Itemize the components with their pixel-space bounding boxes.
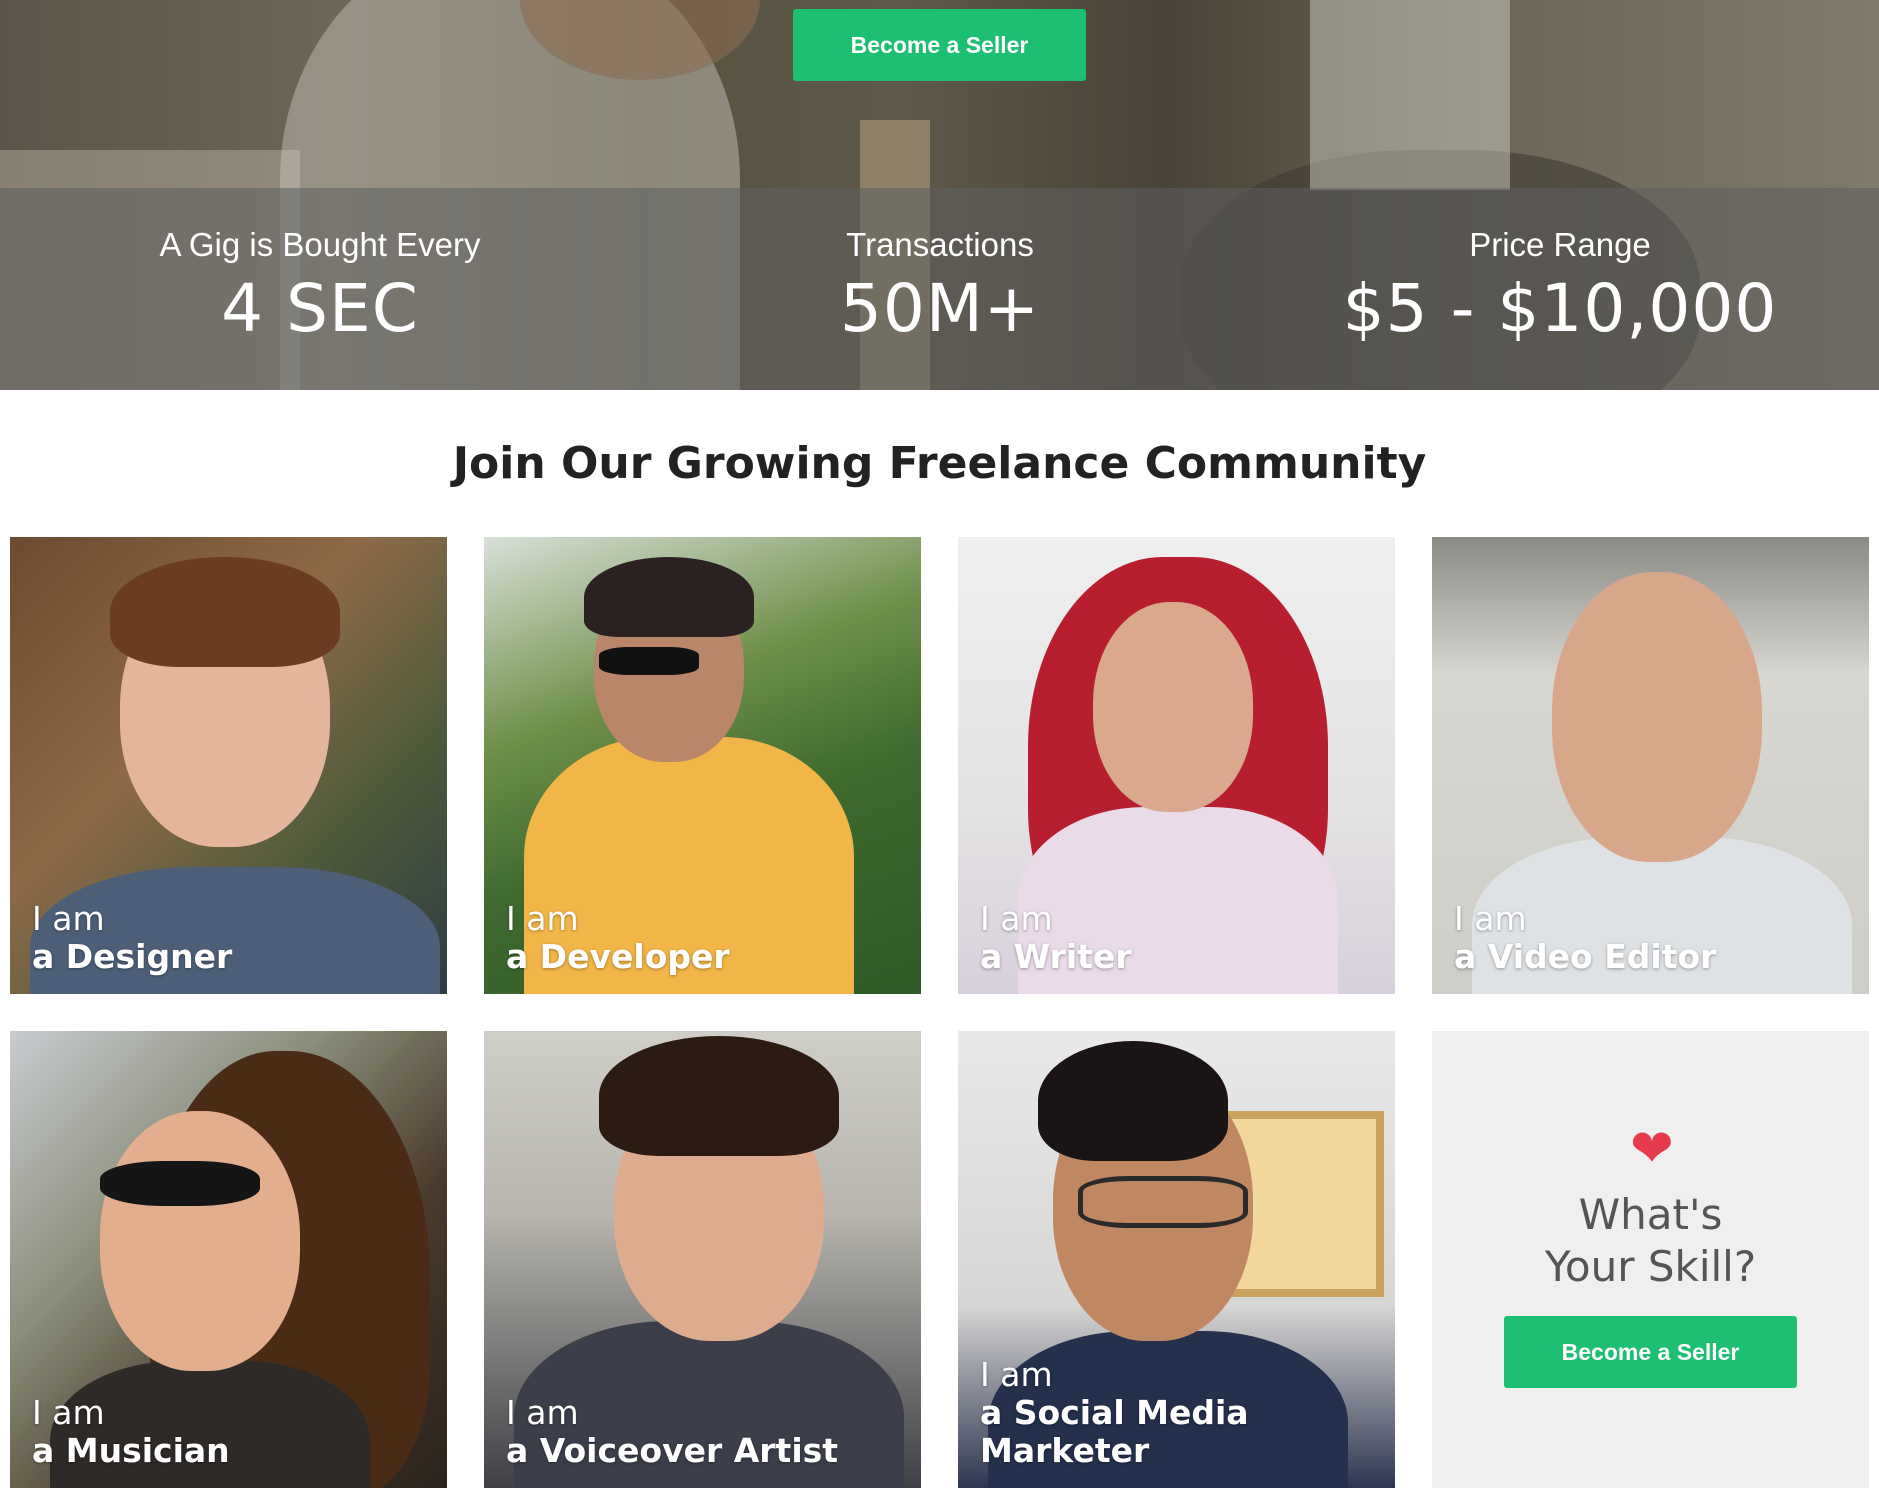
card-caption: I am a Musician bbox=[32, 1394, 230, 1470]
stat-value: $5 - $10,000 bbox=[1342, 270, 1778, 347]
community-grid: I am a Designer I am a Developer I am a … bbox=[10, 537, 1870, 1488]
stat-transactions: Transactions 50M+ bbox=[740, 188, 1140, 347]
section-title: Join Our Growing Freelance Community bbox=[452, 438, 1427, 489]
caption-line2: a Designer bbox=[32, 937, 233, 976]
card-writer[interactable]: I am a Writer bbox=[958, 537, 1395, 994]
card-designer[interactable]: I am a Designer bbox=[10, 537, 447, 994]
caption-line2: a Musician bbox=[32, 1431, 230, 1470]
photo-subject bbox=[1038, 1041, 1228, 1161]
hero-background-detail bbox=[1310, 0, 1510, 190]
photo-subject bbox=[110, 557, 340, 667]
stat-gig-frequency: A Gig is Bought Every 4 SEC bbox=[120, 188, 520, 347]
skill-question-line2: Your Skill? bbox=[1544, 1242, 1757, 1291]
stat-label: Transactions bbox=[846, 226, 1034, 263]
caption-line1: I am bbox=[980, 899, 1053, 938]
photo-subject bbox=[1552, 572, 1762, 862]
skill-question: What's Your Skill? bbox=[1432, 1189, 1869, 1293]
card-developer[interactable]: I am a Developer bbox=[484, 537, 921, 994]
photo-subject bbox=[584, 557, 754, 637]
caption-line2: a Writer bbox=[980, 937, 1132, 976]
card-caption: I am a Voiceover Artist bbox=[506, 1394, 838, 1470]
photo-subject bbox=[100, 1111, 300, 1371]
caption-line2: a Social Media Marketer bbox=[980, 1393, 1249, 1470]
photo-subject bbox=[599, 647, 699, 675]
stat-label: A Gig is Bought Every bbox=[159, 226, 481, 263]
stat-label: Price Range bbox=[1469, 226, 1651, 263]
caption-line1: I am bbox=[506, 1393, 579, 1432]
caption-line1: I am bbox=[506, 899, 579, 938]
card-video-editor[interactable]: I am a Video Editor bbox=[1432, 537, 1869, 994]
card-caption: I am a Writer bbox=[980, 900, 1132, 976]
hero-banner: Become a Seller A Gig is Bought Every 4 … bbox=[0, 0, 1879, 390]
card-social-media-marketer[interactable]: I am a Social Media Marketer bbox=[958, 1031, 1395, 1488]
caption-line1: I am bbox=[1454, 899, 1527, 938]
card-musician[interactable]: I am a Musician bbox=[10, 1031, 447, 1488]
card-caption: I am a Developer bbox=[506, 900, 730, 976]
stat-value: 50M+ bbox=[839, 270, 1041, 347]
heart-icon: ❤ bbox=[1630, 1120, 1674, 1178]
stats-band: A Gig is Bought Every 4 SEC Transactions… bbox=[0, 188, 1879, 390]
photo-subject bbox=[1093, 602, 1253, 812]
become-seller-button[interactable]: Become a Seller bbox=[793, 9, 1086, 81]
stat-price-range: Price Range $5 - $10,000 bbox=[1300, 188, 1820, 347]
card-caption: I am a Video Editor bbox=[1454, 900, 1716, 976]
caption-line1: I am bbox=[32, 1393, 105, 1432]
skill-question-line1: What's bbox=[1578, 1190, 1723, 1239]
whats-your-skill-card: ❤ What's Your Skill? Become a Seller bbox=[1432, 1031, 1869, 1488]
caption-line1: I am bbox=[980, 1355, 1053, 1394]
card-caption: I am a Designer bbox=[32, 900, 232, 976]
caption-line1: I am bbox=[32, 899, 105, 938]
caption-line2: a Video Editor bbox=[1454, 937, 1717, 976]
stat-value: 4 SEC bbox=[221, 270, 419, 347]
caption-line2: a Developer bbox=[506, 937, 730, 976]
photo-subject bbox=[100, 1161, 260, 1206]
card-caption: I am a Social Media Marketer bbox=[980, 1356, 1395, 1470]
become-seller-button[interactable]: Become a Seller bbox=[1504, 1316, 1797, 1388]
photo-subject bbox=[1078, 1176, 1248, 1228]
caption-line2: a Voiceover Artist bbox=[506, 1431, 839, 1470]
photo-subject bbox=[599, 1036, 839, 1156]
card-voiceover-artist[interactable]: I am a Voiceover Artist bbox=[484, 1031, 921, 1488]
